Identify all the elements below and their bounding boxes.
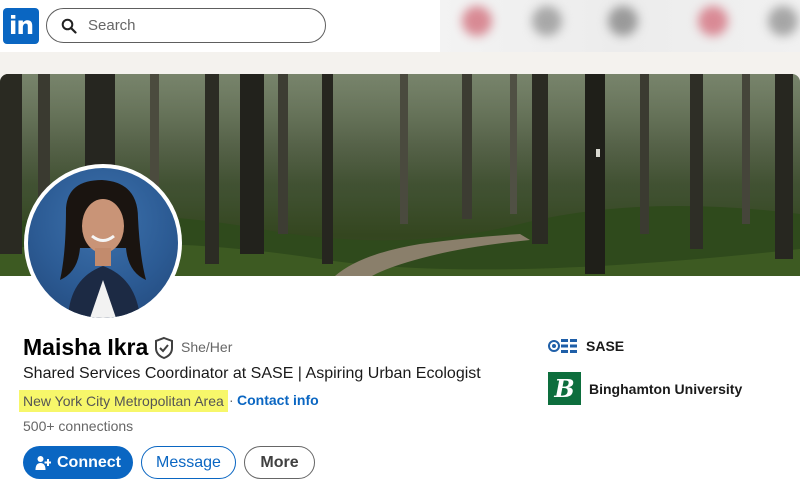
profile-headline: Shared Services Coordinator at SASE | As… — [23, 365, 481, 382]
profile-photo[interactable] — [24, 164, 182, 322]
experience-label: SASE — [586, 338, 625, 354]
separator-dot: · — [229, 392, 234, 408]
page-background — [0, 52, 800, 62]
binghamton-logo-icon: B — [548, 372, 581, 405]
sase-logo-icon — [548, 337, 578, 355]
connections-count[interactable]: 500+ connections — [23, 418, 133, 434]
profile-card: Maisha Ikra She/Her Shared Services Coor… — [0, 74, 800, 502]
linkedin-logo-icon[interactable]: in — [3, 8, 39, 44]
add-person-icon — [35, 455, 51, 470]
message-label: Message — [156, 453, 221, 471]
education-label: Binghamton University — [589, 380, 743, 397]
pronouns: She/Her — [181, 339, 233, 355]
experience-item-sase[interactable]: SASE — [548, 337, 624, 355]
profile-location: New York City Metropolitan Area — [19, 390, 228, 412]
more-button[interactable]: More — [244, 446, 315, 479]
search-icon — [61, 18, 77, 34]
search-box[interactable] — [46, 8, 326, 43]
profile-name: Maisha Ikra — [23, 334, 149, 360]
contact-info-link[interactable]: Contact info — [237, 392, 319, 408]
top-nav: in — [0, 0, 800, 52]
connect-label: Connect — [57, 453, 121, 471]
education-item-binghamton[interactable]: B Binghamton University — [548, 372, 742, 405]
message-button[interactable]: Message — [141, 446, 236, 479]
blurred-nav-icons — [440, 0, 800, 52]
connect-button[interactable]: Connect — [23, 446, 133, 479]
avatar — [28, 168, 178, 318]
more-label: More — [260, 453, 299, 471]
verified-shield-icon[interactable] — [153, 336, 175, 360]
search-input[interactable] — [88, 17, 288, 34]
